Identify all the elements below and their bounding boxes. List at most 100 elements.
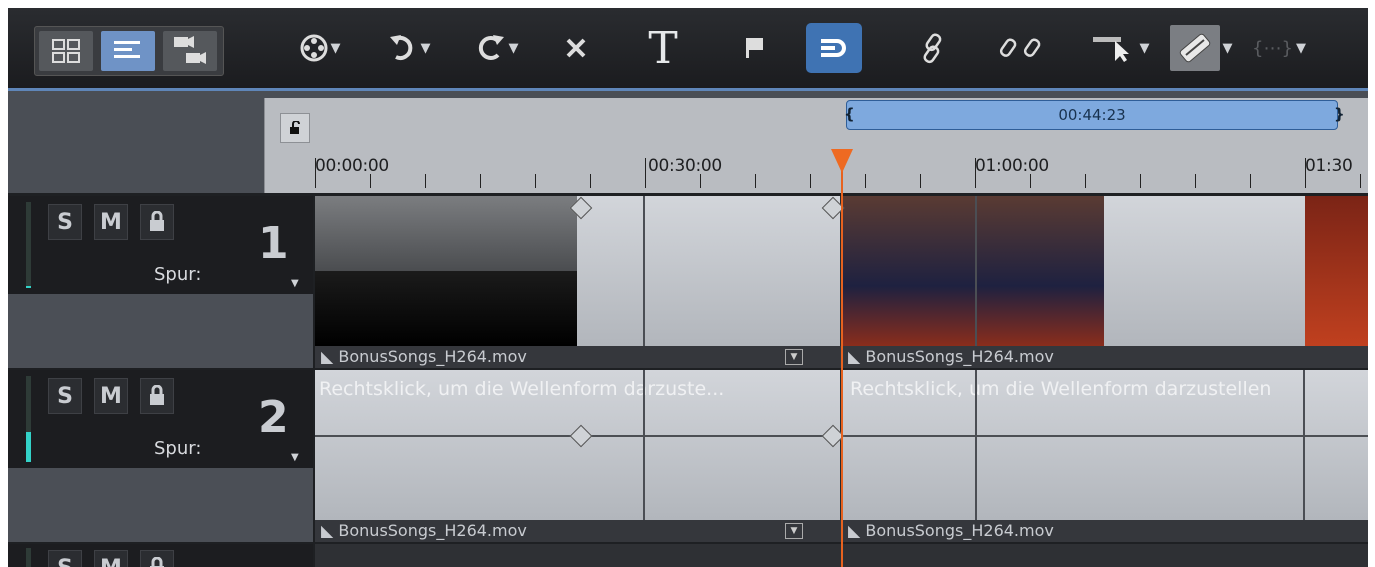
ruler-tick <box>1360 174 1361 188</box>
film-reel-button[interactable]: ▼ <box>290 23 350 73</box>
ruler-tick <box>425 174 426 188</box>
playhead-handle[interactable] <box>831 149 853 173</box>
chevron-down-icon: ▼ <box>420 40 431 56</box>
track-1-header-lower <box>8 294 313 368</box>
view-mode-group <box>34 26 224 76</box>
track-2-number[interactable]: 2 <box>258 392 289 443</box>
waveform-hint: Rechtsklick, um die Wellenform darzustel… <box>850 378 1272 400</box>
track-1-header: S M Spur: 1 ▼ <box>8 196 313 368</box>
link-button[interactable] <box>908 23 958 73</box>
video-clip[interactable] <box>315 196 840 346</box>
multicam-view-button[interactable] <box>163 31 217 71</box>
track-2-lock-button[interactable] <box>140 378 174 414</box>
snap-icon <box>821 39 846 57</box>
mouse-mode-icon <box>1092 37 1129 62</box>
ruler-tick <box>370 174 371 188</box>
track-1-solo-button[interactable]: S <box>48 204 82 240</box>
ruler-tick <box>975 158 976 188</box>
multicam-view-icon <box>174 36 206 64</box>
waveform-hint: Rechtsklick, um die Wellenform darzuste.… <box>319 378 725 400</box>
track-1-number[interactable]: 1 <box>258 218 289 269</box>
group-button[interactable]: {⋯} ▼ <box>1248 23 1310 73</box>
ruler-lock-button[interactable] <box>280 113 310 143</box>
video-clip[interactable] <box>842 196 1368 346</box>
range-start-handle[interactable]: { <box>844 100 855 130</box>
track-1-mute-button[interactable]: M <box>94 204 128 240</box>
unlock-icon <box>290 121 300 134</box>
clip-name: ◣ BonusSongs_H264.mov <box>315 520 841 542</box>
ruler-tick <box>1030 174 1031 188</box>
ruler-tick-label: 00:30:00 <box>648 156 722 176</box>
clip-name: ◣ BonusSongs_H264.mov <box>842 520 1368 542</box>
clip-menu-icon[interactable]: ▼ <box>785 523 803 539</box>
ruler-tick <box>535 174 536 188</box>
text-button[interactable]: T <box>638 23 688 74</box>
lock-icon <box>150 385 164 405</box>
chevron-down-icon: ▼ <box>508 40 519 56</box>
mouse-mode-button[interactable]: ▼ <box>1084 23 1156 73</box>
thumbnail-divider <box>643 370 645 542</box>
ruler-tick <box>590 174 591 188</box>
ruler-tick <box>810 174 811 188</box>
redo-button[interactable]: ▼ <box>464 23 530 73</box>
delete-icon <box>566 38 586 58</box>
track-1-audio-meter <box>26 202 31 288</box>
marker-flag-icon <box>746 38 763 58</box>
toolbar: ▼ ▼ ▼ T ▼ ▼ {⋯} ▼ <box>8 8 1368 91</box>
storyboard-view-button[interactable] <box>39 31 93 71</box>
ruler-tick <box>1250 174 1251 188</box>
storyboard-view-icon <box>52 39 80 63</box>
razor-button[interactable]: ▼ <box>1160 23 1242 73</box>
chevron-down-icon: ▼ <box>1222 40 1233 56</box>
concert-thumbnail <box>1305 196 1368 346</box>
track-3-lock-button[interactable] <box>140 550 174 567</box>
ruler-tick <box>700 174 701 188</box>
ruler-tick <box>865 174 866 188</box>
track-3-solo-button[interactable]: S <box>48 550 82 567</box>
thumbnail-divider <box>1303 370 1305 542</box>
range-end-handle[interactable]: } <box>1334 100 1345 130</box>
unlink-button[interactable] <box>988 23 1058 73</box>
ruler-tick <box>1140 174 1141 188</box>
audio-clip[interactable]: Rechtsklick, um die Wellenform darzustel… <box>842 370 1368 520</box>
razor-icon <box>1169 25 1220 71</box>
track-2-header: S M Spur: 2 ▼ <box>8 370 313 542</box>
link-icon <box>923 33 942 64</box>
ruler-tick <box>1305 158 1306 188</box>
video-editor-window: ▼ ▼ ▼ T ▼ ▼ {⋯} ▼ {00:44:23} 00:00:00 … <box>8 8 1368 567</box>
track-2-solo-button[interactable]: S <box>48 378 82 414</box>
ruler-tick <box>645 158 646 188</box>
undo-icon <box>389 35 412 60</box>
ruler-tick <box>1195 174 1196 188</box>
playhead[interactable] <box>841 151 843 567</box>
delete-button[interactable] <box>556 23 596 73</box>
unlink-icon <box>999 38 1041 57</box>
track-3-mute-button[interactable]: M <box>94 550 128 567</box>
ruler-tick <box>755 174 756 188</box>
track-2-spur-label: Spur: <box>154 438 202 459</box>
timeline-view-icon <box>114 41 140 58</box>
ruler-tick-label: 01:00:00 <box>975 156 1049 176</box>
chevron-down-icon[interactable]: ▼ <box>291 452 299 463</box>
timeline-view-button[interactable] <box>101 31 155 71</box>
undo-button[interactable]: ▼ <box>376 23 442 73</box>
track-1-spur-label: Spur: <box>154 264 202 285</box>
lock-icon <box>150 211 164 231</box>
track-1-lock-button[interactable] <box>140 204 174 240</box>
audio-clip[interactable]: Rechtsklick, um die Wellenform darzuste.… <box>315 370 840 520</box>
clip-menu-icon[interactable]: ▼ <box>785 349 803 365</box>
track-3-header: S M <box>8 544 313 567</box>
marker-button[interactable] <box>734 23 774 73</box>
track-3-audio-meter <box>26 548 31 567</box>
clip-name: ◣ BonusSongs_H264.mov <box>315 346 841 368</box>
ruler-tick <box>315 158 316 188</box>
group-icon: {⋯} <box>1252 37 1293 59</box>
ruler-tick-label: 00:00:00 <box>315 156 389 176</box>
snap-button[interactable] <box>806 23 862 73</box>
selection-range[interactable]: { 00:44:23 } <box>844 100 1345 130</box>
track-2-mute-button[interactable]: M <box>94 378 128 414</box>
track-2-audio-meter <box>26 376 31 462</box>
redo-icon <box>478 35 504 60</box>
thumbnail-divider <box>975 196 977 368</box>
chevron-down-icon[interactable]: ▼ <box>291 278 299 289</box>
